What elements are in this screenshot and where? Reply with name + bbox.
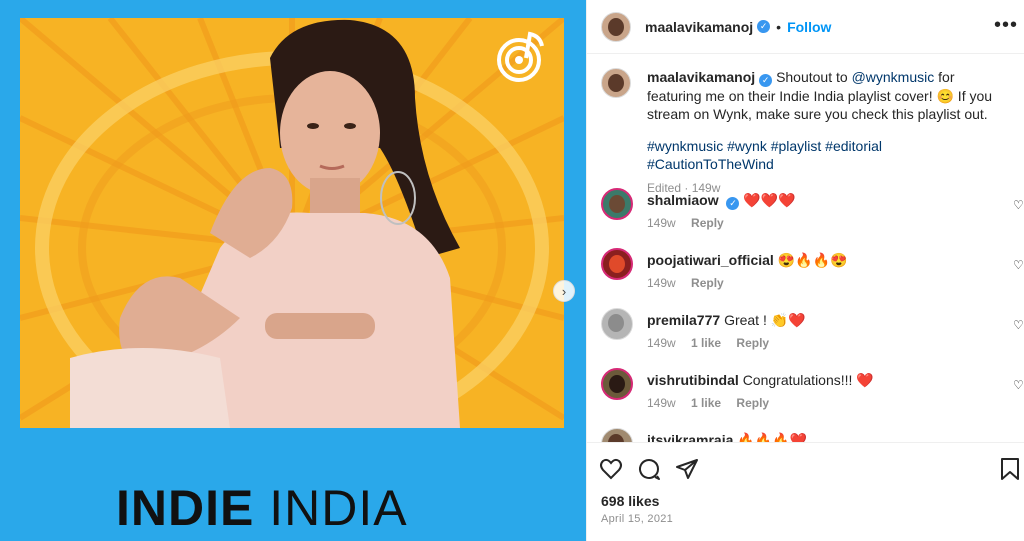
comment-body: ❤️❤️❤️ [743,192,796,208]
comment-time: 149w [647,216,676,230]
follow-button[interactable]: Follow [787,19,831,35]
post-media: INDIE INDIA › [0,0,586,541]
author-avatar[interactable] [601,11,631,42]
playlist-title: INDIE INDIA [116,482,408,534]
comment-item: premila777 Great ! 👏❤️ 149w 1 like Reply… [601,308,1024,358]
comment-item: shalmiaow ✓ ❤️❤️❤️ 149w Reply ♡ [601,188,1024,238]
comment-username[interactable]: poojatiwari_official [647,252,774,268]
caption-body: maalavikamanoj ✓ Shoutout to @wynkmusic f… [647,68,1007,197]
verified-icon: ✓ [757,20,771,33]
reply-button[interactable]: Reply [691,216,724,230]
caption-text-pre: Shoutout to [776,69,852,85]
verified-icon: ✓ [759,74,773,87]
share-icon[interactable] [675,457,699,481]
comment-avatar[interactable] [601,308,633,340]
comment-avatar[interactable] [601,248,633,280]
next-slide-button[interactable]: › [553,280,575,302]
comment-text: premila777 Great ! 👏❤️ [647,312,806,329]
chevron-right-icon: › [561,283,567,299]
comment-likes[interactable]: 1 like [691,336,721,350]
reply-button[interactable]: Reply [736,336,769,350]
comment-username[interactable]: vishrutibindal [647,372,739,388]
playlist-title-light: INDIA [269,480,408,536]
heart-icon[interactable]: ♡ [1013,258,1024,272]
comment-icon[interactable] [637,457,661,481]
comments-list[interactable]: maalavikamanoj ✓ Shoutout to @wynkmusic f… [587,54,1024,442]
comment-text: vishrutibindal Congratulations!!! ❤️ [647,372,874,389]
caption-avatar[interactable] [601,68,631,98]
reply-button[interactable]: Reply [736,396,769,410]
reply-button[interactable]: Reply [691,276,724,290]
comment-text: shalmiaow ✓ ❤️❤️❤️ [647,192,796,210]
comment-avatar[interactable] [601,188,633,220]
post-date: April 15, 2021 [601,513,674,525]
separator-dot: • [776,18,782,35]
artist-photo [70,19,460,428]
comment-username[interactable]: premila777 [647,312,720,328]
comment-body: 😍🔥🔥😍 [777,252,848,268]
heart-icon[interactable]: ♡ [1013,378,1024,392]
comment-time: 149w [647,396,676,410]
likes-count[interactable]: 698 likes [601,493,659,509]
comment-text: itsvikramraja 🔥🔥🔥❤️ [647,432,807,442]
comment-meta: 149w Reply [647,216,736,230]
comment-time: 149w [647,336,676,350]
heart-icon[interactable]: ♡ [1013,198,1024,212]
comment-avatar[interactable] [601,368,633,400]
comment-text: poojatiwari_official 😍🔥🔥😍 [647,252,847,269]
more-icon[interactable]: ••• [994,14,1018,37]
post-actions: 698 likes April 15, 2021 [587,442,1024,541]
comment-username[interactable]: shalmiaow [647,192,719,208]
comment-likes[interactable]: 1 like [691,396,721,410]
caption-username[interactable]: maalavikamanoj [647,69,755,85]
comment-body: 🔥🔥🔥❤️ [737,432,808,442]
post-header: maalavikamanoj ✓ • Follow ••• [587,0,1024,54]
comment-item: vishrutibindal Congratulations!!! ❤️ 149… [601,368,1024,418]
comment-time: 149w [647,276,676,290]
caption-mention-link[interactable]: @wynkmusic [852,69,935,85]
comment-body: Great ! 👏❤️ [724,312,806,328]
heart-icon[interactable]: ♡ [1013,318,1024,332]
comment-body: Congratulations!!! ❤️ [742,372,874,388]
heart-icon[interactable] [599,457,623,481]
playlist-cover-art [20,18,564,428]
post-side-panel: maalavikamanoj ✓ • Follow ••• maalavikam… [586,0,1024,541]
comment-meta: 149w 1 like Reply [647,396,781,410]
comment-meta: 149w Reply [647,276,736,290]
comment-meta: 149w 1 like Reply [647,336,781,350]
playlist-title-bold: INDIE [116,480,255,536]
comment-item: itsvikramraja 🔥🔥🔥❤️ [601,428,1024,442]
comment-item: poojatiwari_official 😍🔥🔥😍 149w Reply ♡ [601,248,1024,298]
action-icons [599,457,699,483]
comment-avatar[interactable] [601,428,633,442]
author-username[interactable]: maalavikamanoj [645,19,753,35]
verified-icon: ✓ [726,197,740,210]
caption-hashtags[interactable]: #wynkmusic #wynk #playlist #editorial #C… [647,137,1007,173]
comment-username[interactable]: itsvikramraja [647,432,733,442]
save-icon[interactable] [999,457,1021,481]
wynk-logo-icon [497,31,544,82]
